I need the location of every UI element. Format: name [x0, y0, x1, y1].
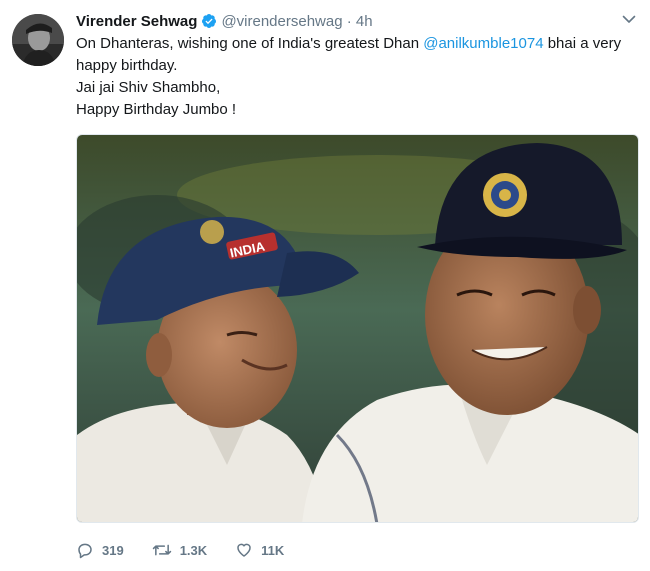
tweet-text-line3: Happy Birthday Jumbo ! — [76, 101, 237, 118]
mention-link[interactable]: @anilkumble1074 — [423, 35, 543, 52]
action-bar: 319 1.3K 11K — [76, 538, 312, 562]
avatar-image — [12, 14, 64, 66]
author-handle[interactable]: @virendersehwag — [221, 13, 342, 30]
tweet-text: On Dhanteras, wishing one of India's gre… — [76, 33, 636, 121]
timestamp[interactable]: 4h — [356, 13, 373, 30]
chevron-down-icon[interactable] — [622, 12, 636, 31]
separator: · — [346, 13, 352, 30]
reply-count: 319 — [102, 542, 124, 558]
avatar[interactable] — [12, 14, 64, 66]
heart-icon — [237, 543, 251, 557]
like-button[interactable]: 11K — [235, 541, 284, 559]
reply-icon — [78, 543, 92, 559]
verified-badge-icon — [201, 13, 217, 35]
retweet-icon — [152, 544, 171, 556]
reply-button[interactable]: 319 — [76, 541, 124, 559]
tweet-header: Virender Sehwag @virendersehwag · 4h — [76, 12, 610, 35]
tweet-text-line2: Jai jai Shiv Shambho, — [76, 79, 221, 96]
tweet-photo[interactable]: INDIA — [76, 134, 639, 523]
photo-illustration: INDIA — [77, 135, 638, 522]
author-name[interactable]: Virender Sehwag — [76, 13, 197, 30]
like-count: 11K — [261, 542, 285, 558]
tweet-text-line1: On Dhanteras, wishing one of India's gre… — [76, 35, 622, 74]
retweet-count: 1.3K — [179, 542, 208, 558]
retweet-button[interactable]: 1.3K — [152, 541, 207, 559]
